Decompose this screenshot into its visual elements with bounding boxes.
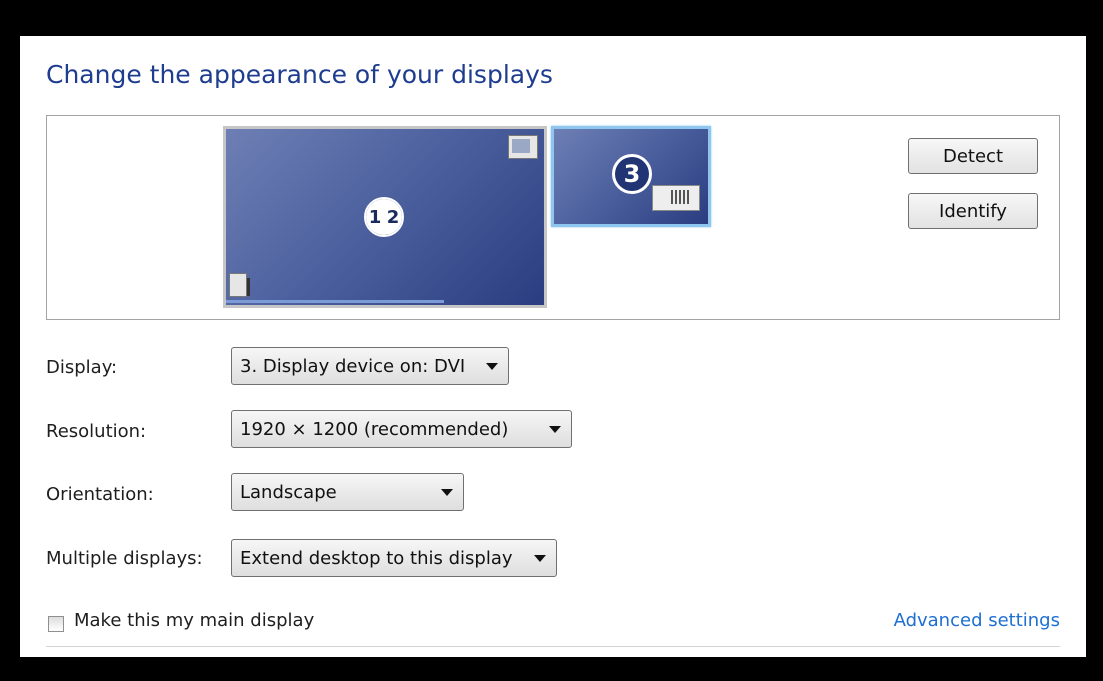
detect-button[interactable]: Detect — [908, 138, 1038, 174]
chevron-down-icon — [441, 489, 453, 496]
display-select[interactable]: 3. Display device on: DVI — [231, 347, 509, 385]
multiple-displays-select[interactable]: Extend desktop to this display — [231, 539, 557, 577]
divider — [46, 646, 1060, 647]
orientation-select-value: Landscape — [240, 481, 337, 503]
monitor-number-badge: 1 2 — [364, 197, 404, 237]
advanced-settings-link[interactable]: Advanced settings — [894, 610, 1060, 631]
multiple-displays-label: Multiple displays: — [46, 548, 203, 569]
chevron-down-icon — [486, 363, 498, 370]
resolution-select-value: 1920 × 1200 (recommended) — [240, 418, 509, 440]
window-icon — [508, 135, 538, 159]
chevron-down-icon — [549, 426, 561, 433]
resolution-label: Resolution: — [46, 421, 147, 442]
orientation-label: Orientation: — [46, 484, 154, 505]
taskbar — [226, 300, 444, 303]
identify-button[interactable]: Identify — [908, 193, 1038, 229]
display-select-value: 3. Display device on: DVI — [240, 355, 466, 377]
monitor-number-2: 2 — [384, 199, 402, 235]
monitor-3[interactable]: 3 — [551, 126, 711, 227]
main-display-label[interactable]: Make this my main display — [74, 610, 314, 631]
monitor-number-badge: 3 — [612, 154, 652, 194]
display-settings-panel: Change the appearance of your displays 1… — [20, 36, 1086, 657]
monitor-number-1: 1 — [366, 199, 386, 235]
display-label: Display: — [46, 357, 118, 378]
chevron-down-icon — [534, 555, 546, 562]
resolution-select[interactable]: 1920 × 1200 (recommended) — [231, 410, 572, 448]
document-icon — [229, 273, 250, 297]
multiple-displays-select-value: Extend desktop to this display — [240, 547, 513, 569]
page-title: Change the appearance of your displays — [46, 60, 553, 89]
orientation-select[interactable]: Landscape — [231, 473, 464, 511]
monitor-1-2[interactable]: 1 2 — [223, 126, 547, 308]
keypad-icon — [652, 185, 700, 211]
monitor-number-3: 3 — [615, 157, 649, 191]
display-arrangement-preview: 1 2 3 Detect Identify — [46, 115, 1060, 320]
main-display-checkbox[interactable] — [48, 616, 64, 632]
